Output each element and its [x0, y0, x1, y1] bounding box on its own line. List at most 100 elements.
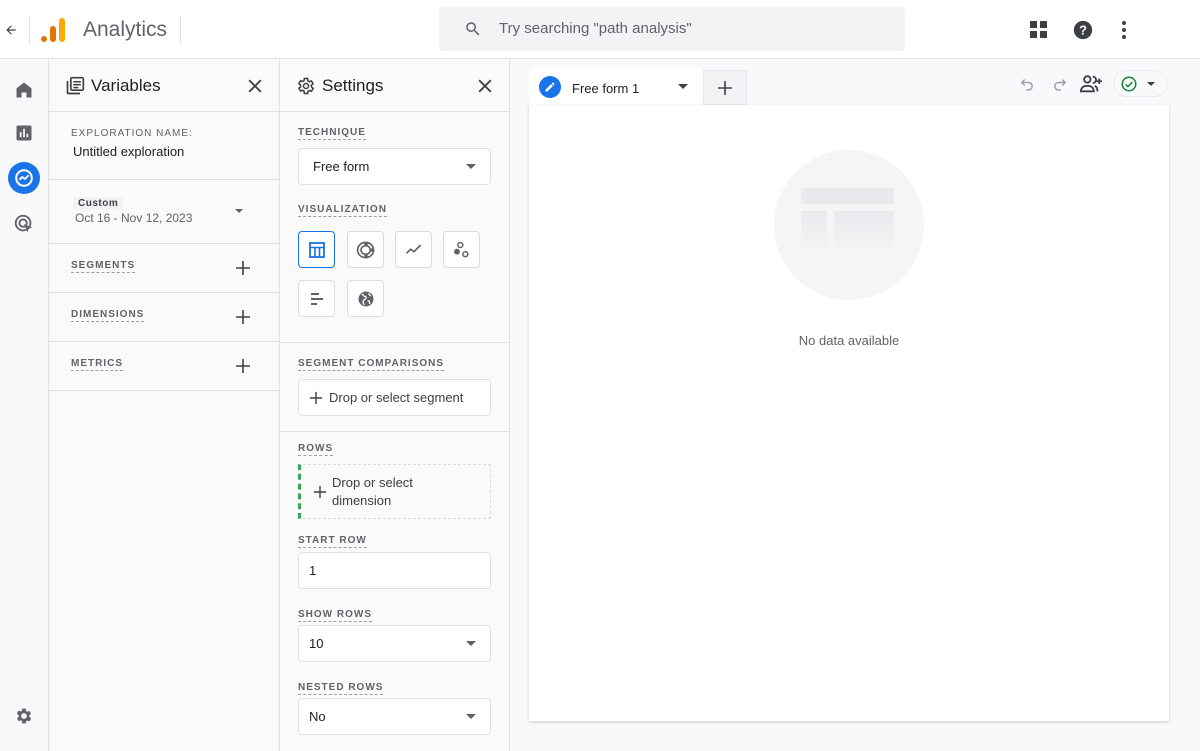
share-add-user-icon[interactable] [1079, 73, 1103, 95]
segments-label: SEGMENTS [71, 260, 136, 273]
show-rows-select[interactable]: 10 [298, 625, 491, 662]
app-title: Analytics [83, 18, 168, 41]
chevron-down-icon [466, 164, 476, 169]
visualization-label: VISUALIZATION [298, 204, 387, 217]
nav-reports[interactable] [8, 117, 40, 149]
pencil-icon [539, 76, 561, 98]
viz-table-button[interactable] [298, 231, 335, 268]
undo-icon[interactable] [1018, 75, 1036, 93]
add-dimension-icon[interactable] [235, 309, 251, 325]
segment-drop-text: Drop or select segment [329, 390, 464, 405]
empty-state-illustration [774, 150, 924, 300]
gear-icon [297, 77, 315, 94]
variables-title: Variables [91, 75, 161, 95]
divider [180, 16, 181, 44]
svg-text:?: ? [1079, 23, 1087, 38]
nested-rows-select[interactable]: No [298, 698, 491, 735]
viz-geo-button[interactable] [347, 280, 384, 317]
nested-rows-value: No [309, 709, 326, 724]
chevron-down-icon [1147, 82, 1155, 86]
empty-state-message: No data available [798, 333, 900, 348]
rows-label: ROWS [298, 443, 334, 456]
search-input[interactable]: Try searching "path analysis" [439, 7, 905, 51]
start-row-input[interactable]: 1 [298, 552, 491, 589]
start-row-value: 1 [309, 563, 317, 578]
metrics-label: METRICS [71, 358, 123, 371]
viz-donut-button[interactable] [347, 231, 384, 268]
nav-home[interactable] [8, 74, 40, 106]
add-segment-icon[interactable] [235, 260, 251, 276]
tab-free-form-1[interactable]: Free form 1 [529, 68, 702, 106]
show-rows-value: 10 [309, 636, 324, 651]
segment-comparisons-section: SEGMENT COMPARISONS Drop or select segme… [280, 343, 509, 432]
metrics-section: METRICS [49, 342, 279, 391]
exploration-name-section: EXPLORATION NAME: Untitled exploration [49, 112, 279, 180]
donut-chart-icon [356, 241, 374, 258]
top-bar: Analytics Try searching "path analysis" … [0, 0, 1200, 59]
plus-icon [309, 391, 323, 404]
technique-visualization-section: TECHNIQUE Free form VISUALIZATION [280, 112, 509, 343]
viz-bar-button[interactable] [298, 280, 335, 317]
redo-icon[interactable] [1051, 75, 1069, 93]
nav-explore[interactable] [8, 162, 40, 194]
search-placeholder: Try searching "path analysis" [499, 20, 692, 37]
divider [29, 16, 30, 44]
variables-panel: Variables EXPLORATION NAME: Untitled exp… [49, 60, 280, 751]
nav-admin-settings[interactable] [8, 700, 40, 732]
gear-icon [16, 708, 32, 724]
close-variables-icon[interactable] [245, 76, 265, 96]
apps-grid-icon[interactable] [1028, 19, 1050, 41]
chevron-down-icon [235, 209, 243, 213]
explore-icon [15, 169, 33, 187]
rows-drop-text-line2: dimension [332, 493, 392, 508]
dimensions-section: DIMENSIONS [49, 293, 279, 342]
search-icon [466, 22, 480, 36]
plus-icon [313, 485, 327, 499]
add-tab-button[interactable] [703, 70, 747, 105]
segments-section: SEGMENTS [49, 244, 279, 293]
nav-advertising[interactable] [8, 208, 40, 240]
help-icon[interactable]: ? [1072, 19, 1094, 41]
close-settings-icon[interactable] [475, 76, 495, 96]
settings-panel: Settings TECHNIQUE Free form VISUALIZATI… [280, 60, 510, 751]
canvas-area: No data available [529, 105, 1169, 721]
back-arrow-icon[interactable] [4, 19, 22, 39]
settings-title: Settings [322, 75, 384, 95]
scatter-plot-icon [453, 241, 469, 257]
variables-icon [66, 76, 85, 94]
viz-scatter-button[interactable] [443, 231, 480, 268]
left-nav [0, 60, 49, 751]
add-metric-icon[interactable] [235, 358, 251, 374]
bar-chart-icon [310, 292, 323, 305]
chevron-down-icon [466, 641, 476, 646]
technique-label: TECHNIQUE [298, 127, 366, 140]
settings-header: Settings [280, 60, 509, 112]
tab-label: Free form 1 [572, 81, 640, 96]
exploration-name-input[interactable]: Untitled exploration [73, 144, 184, 159]
nested-rows-label: NESTED ROWS [298, 682, 384, 695]
date-range-picker[interactable]: Custom Oct 16 - Nov 12, 2023 [49, 180, 279, 244]
variables-header: Variables [49, 60, 279, 112]
target-cursor-icon [14, 214, 33, 233]
check-circle-icon [1121, 76, 1137, 92]
save-status-button[interactable] [1113, 70, 1168, 97]
more-vert-icon[interactable] [1113, 19, 1135, 41]
rows-drop-text-line1: Drop or select [332, 475, 413, 490]
date-preset-chip: Custom [73, 197, 124, 210]
rows-section: ROWS Drop or select dimension START ROW … [280, 432, 509, 751]
date-range-text: Oct 16 - Nov 12, 2023 [75, 211, 193, 225]
viz-line-button[interactable] [395, 231, 432, 268]
rows-drop-zone[interactable]: Drop or select dimension [298, 464, 491, 519]
technique-select[interactable]: Free form [298, 148, 491, 185]
home-icon [16, 82, 32, 98]
plus-icon [718, 80, 732, 95]
tab-menu-chevron-icon[interactable] [678, 84, 688, 89]
table-icon [308, 241, 325, 258]
segment-drop-zone[interactable]: Drop or select segment [298, 379, 491, 416]
globe-icon [358, 291, 373, 306]
chevron-down-icon [466, 714, 476, 719]
show-rows-label: SHOW ROWS [298, 609, 372, 622]
line-chart-icon [405, 243, 421, 254]
exploration-name-label: EXPLORATION NAME: [71, 128, 193, 139]
technique-value: Free form [313, 159, 370, 174]
